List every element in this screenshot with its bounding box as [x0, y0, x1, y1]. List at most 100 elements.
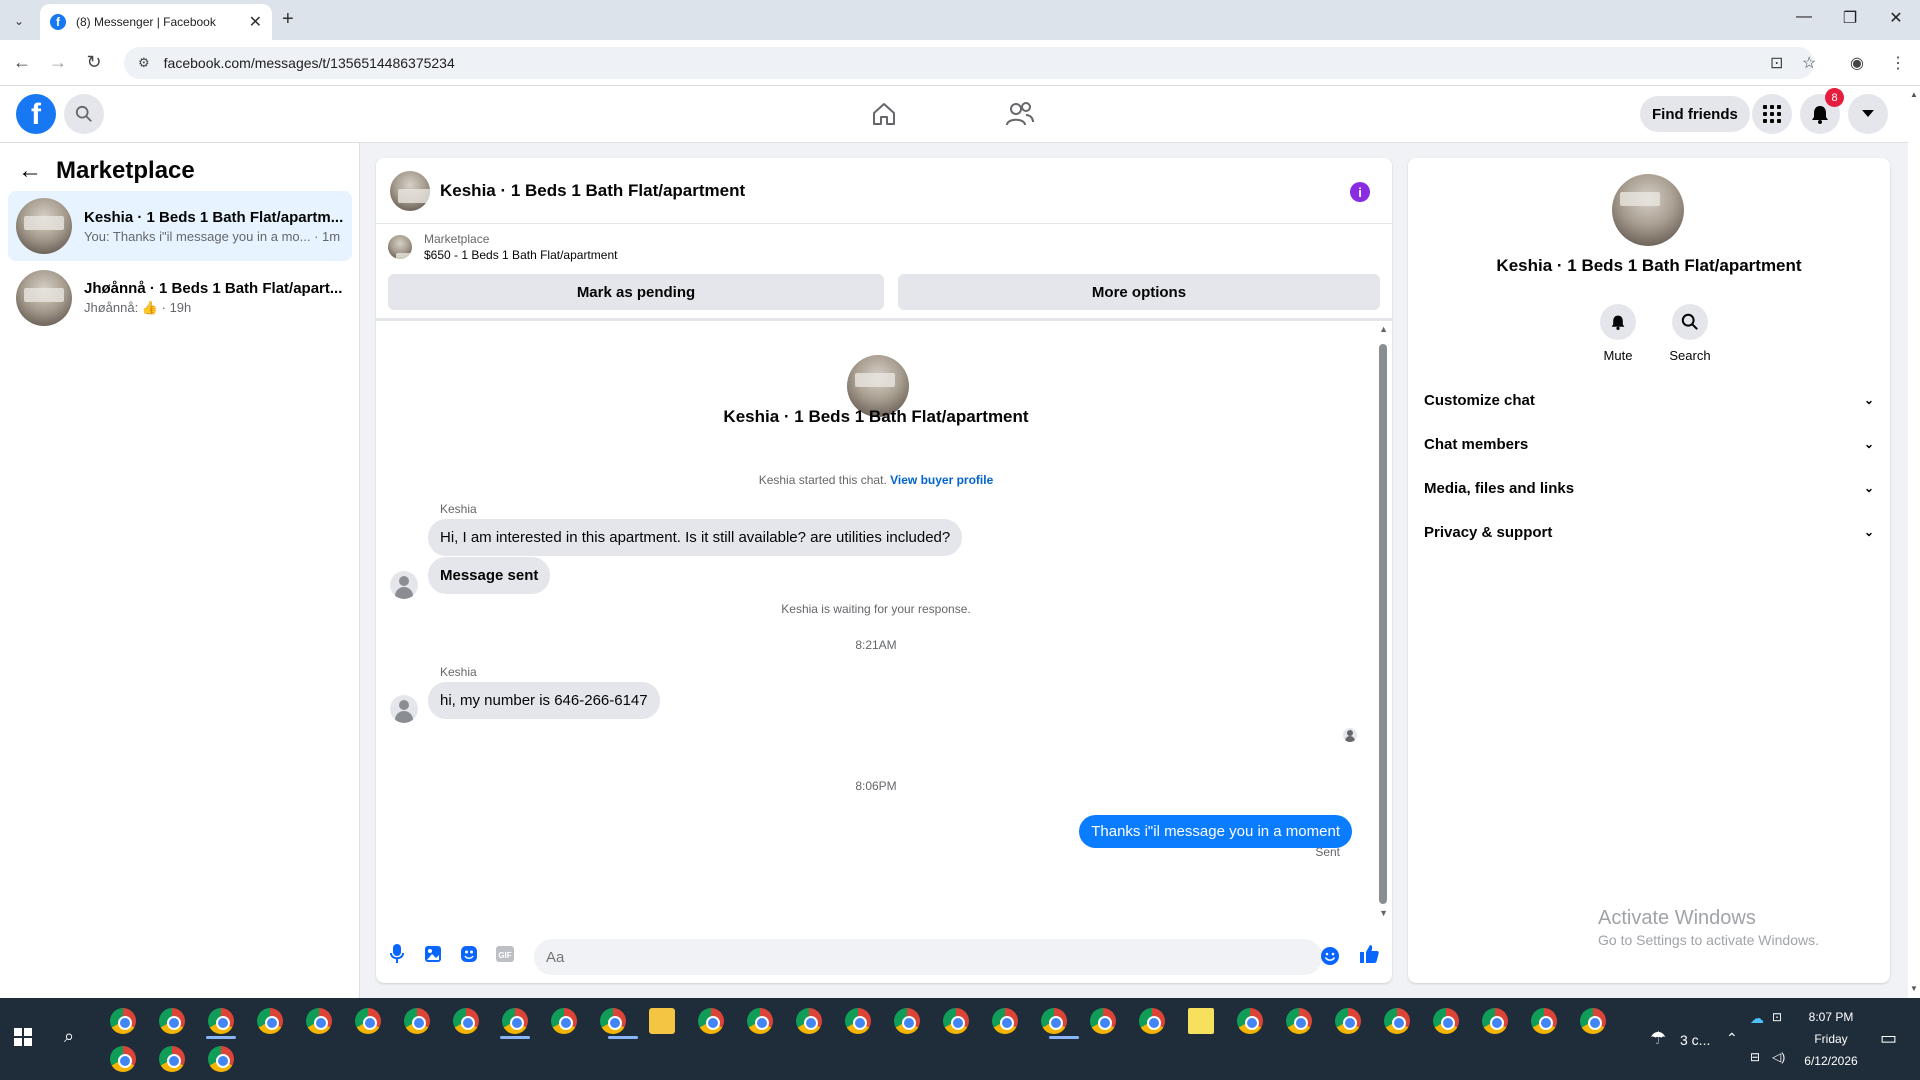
back-arrow-icon[interactable]: ← [18, 157, 42, 185]
photo-icon[interactable] [422, 943, 444, 965]
close-window-icon[interactable]: ✕ [1876, 8, 1916, 28]
message-input[interactable] [534, 939, 1322, 975]
chrome-app-icon[interactable] [992, 1008, 1018, 1034]
home-button[interactable] [864, 96, 904, 132]
weather-text[interactable]: 3 c... [1680, 1032, 1710, 1048]
search-in-chat-button[interactable]: Search [1660, 304, 1720, 363]
notifications-button[interactable]: 8 [1800, 88, 1844, 134]
chrome-app-icon[interactable] [502, 1008, 528, 1034]
chat-title[interactable]: Keshia · 1 Beds 1 Bath Flat/apartment [440, 181, 745, 201]
customize-chat-section[interactable]: Customize chat ⌄ [1424, 380, 1874, 420]
chrome-app-icon[interactable] [1531, 1008, 1557, 1034]
chrome-app-icon[interactable] [453, 1008, 479, 1034]
onedrive-icon[interactable]: ☁ [1750, 1010, 1764, 1027]
file-explorer-icon[interactable] [649, 1008, 675, 1034]
chrome-app-icon[interactable] [551, 1008, 577, 1034]
clock-date[interactable]: 6/12/2026 [1800, 1054, 1862, 1068]
chrome-app-icon[interactable] [208, 1046, 234, 1072]
chrome-app-icon[interactable] [1286, 1008, 1312, 1034]
chat-members-section[interactable]: Chat members ⌄ [1424, 424, 1874, 464]
scroll-down-arrow-icon[interactable]: ▼ [1379, 908, 1388, 918]
chrome-app-icon[interactable] [355, 1008, 381, 1034]
chrome-app-icon[interactable] [208, 1008, 234, 1034]
chrome-app-icon[interactable] [698, 1008, 724, 1034]
windows-start-icon[interactable] [14, 1028, 32, 1046]
message-scrollbar[interactable] [1379, 344, 1387, 904]
restore-icon[interactable]: ❐ [1830, 8, 1870, 28]
tab-list-dropdown-icon[interactable]: ⌄ [8, 10, 30, 32]
scroll-up-arrow-icon[interactable]: ▲ [1379, 324, 1388, 334]
outgoing-message-bubble[interactable]: Thanks i"il message you in a moment [1079, 815, 1352, 848]
close-tab-icon[interactable]: ✕ [249, 12, 262, 32]
install-app-icon[interactable]: ⊡ [1770, 53, 1783, 73]
chrome-app-icon[interactable] [1482, 1008, 1508, 1034]
clock-time[interactable]: 8:07 PM [1806, 1010, 1856, 1024]
microphone-icon[interactable] [386, 943, 408, 965]
friends-button[interactable] [1000, 96, 1040, 132]
find-friends-button[interactable]: Find friends [1640, 96, 1750, 132]
chrome-app-icon[interactable] [747, 1008, 773, 1034]
reload-icon[interactable]: ↻ [82, 52, 106, 73]
mute-button[interactable]: Mute [1588, 304, 1648, 363]
chrome-app-icon[interactable] [600, 1008, 626, 1034]
network-icon[interactable]: ⊟ [1750, 1050, 1760, 1064]
listing-summary[interactable]: Marketplace $650 - 1 Beds 1 Bath Flat/ap… [388, 232, 617, 262]
minimize-icon[interactable]: — [1784, 8, 1824, 26]
chrome-app-icon[interactable] [159, 1008, 185, 1034]
clock-day[interactable]: Friday [1806, 1032, 1856, 1046]
message-bubble[interactable]: Hi, I am interested in this apartment. I… [428, 519, 963, 556]
volume-icon[interactable]: ◁) [1772, 1050, 1785, 1064]
chrome-app-icon[interactable] [1335, 1008, 1361, 1034]
chrome-app-icon[interactable] [306, 1008, 332, 1034]
more-options-button[interactable]: More options [898, 274, 1380, 310]
weather-icon[interactable]: ☂ [1650, 1028, 1666, 1049]
facebook-logo-icon[interactable]: f [16, 94, 56, 134]
chrome-app-icon[interactable] [845, 1008, 871, 1034]
taskbar-search-icon[interactable]: ⌕ [64, 1026, 74, 1047]
sticky-notes-icon[interactable] [1188, 1008, 1214, 1034]
conversation-item[interactable]: Keshia · 1 Beds 1 Bath Flat/apartm... Yo… [8, 191, 352, 261]
chrome-app-icon[interactable] [1433, 1008, 1459, 1034]
account-button[interactable] [1848, 94, 1888, 134]
message-bubble[interactable]: hi, my number is 646-266-6147 [428, 682, 660, 719]
page-scroll-down-icon[interactable]: ▼ [1910, 984, 1918, 993]
emoji-icon[interactable] [1320, 946, 1340, 966]
site-info-icon[interactable]: ⚙ [138, 55, 150, 71]
chrome-app-icon[interactable] [796, 1008, 822, 1034]
chrome-app-icon[interactable] [159, 1046, 185, 1072]
chrome-app-icon[interactable] [1139, 1008, 1165, 1034]
message-bubble[interactable]: Message sent [428, 557, 551, 594]
show-hidden-icons-icon[interactable]: ⌃ [1726, 1030, 1738, 1047]
chrome-app-icon[interactable] [1041, 1008, 1067, 1034]
info-icon[interactable]: i [1350, 182, 1370, 202]
page-scroll-up-icon[interactable]: ▲ [1910, 90, 1918, 99]
chrome-app-icon[interactable] [404, 1008, 430, 1034]
privacy-support-section[interactable]: Privacy & support ⌄ [1424, 512, 1874, 552]
conversation-item[interactable]: Jhøånnå · 1 Beds 1 Bath Flat/apart... Jh… [8, 263, 352, 333]
browser-tab[interactable]: f (8) Messenger | Facebook ✕ [40, 4, 272, 40]
back-icon[interactable]: ← [10, 52, 34, 73]
omnibox[interactable]: ⚙ facebook.com/messages/t/13565144863752… [124, 47, 1814, 79]
chrome-app-icon[interactable] [110, 1008, 136, 1034]
media-files-links-section[interactable]: Media, files and links ⌄ [1424, 468, 1874, 508]
chrome-app-icon[interactable] [1580, 1008, 1606, 1034]
forward-icon[interactable]: → [46, 52, 70, 73]
mark-pending-button[interactable]: Mark as pending [388, 274, 884, 310]
sticker-icon[interactable] [458, 943, 480, 965]
browser-menu-icon[interactable]: ⋮ [1890, 53, 1906, 73]
bookmark-star-icon[interactable]: ☆ [1802, 53, 1816, 73]
profile-avatar[interactable] [1612, 174, 1684, 246]
chat-avatar[interactable] [390, 170, 430, 211]
page-scrollbar[interactable]: ▲ ▼ [1908, 86, 1920, 998]
chrome-app-icon[interactable] [110, 1046, 136, 1072]
search-button[interactable] [64, 94, 104, 134]
chrome-app-icon[interactable] [1384, 1008, 1410, 1034]
chrome-app-icon[interactable] [1237, 1008, 1263, 1034]
new-tab-icon[interactable]: + [282, 8, 294, 31]
chrome-app-icon[interactable] [894, 1008, 920, 1034]
notification-center-icon[interactable]: ▭ [1880, 1028, 1897, 1049]
chrome-app-icon[interactable] [257, 1008, 283, 1034]
menu-button[interactable] [1752, 94, 1792, 134]
profile-icon[interactable]: ◉ [1850, 53, 1864, 73]
meet-now-icon[interactable]: ⊡ [1772, 1010, 1782, 1024]
